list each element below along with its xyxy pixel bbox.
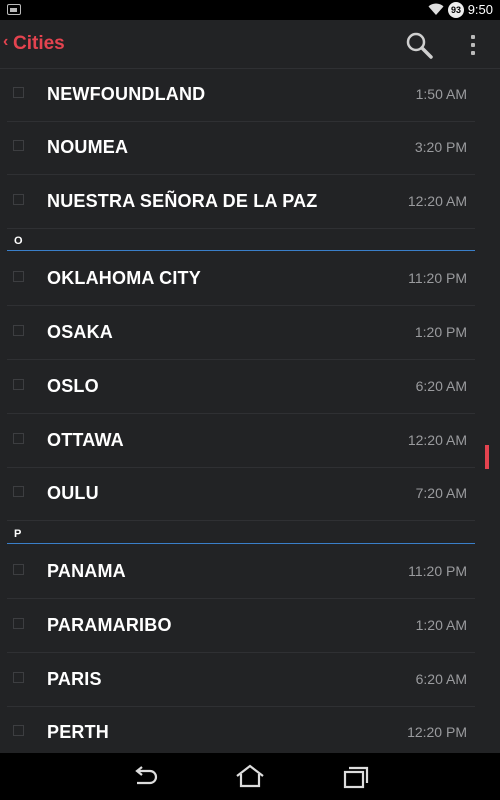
battery-icon: 93	[448, 2, 464, 18]
checkbox[interactable]	[13, 194, 24, 205]
city-name: PANAMA	[47, 561, 126, 581]
overflow-menu-icon[interactable]	[462, 32, 482, 58]
city-time: 11:20 PM	[408, 270, 467, 286]
list-item[interactable]: OSAKA 1:20 PM	[7, 306, 475, 360]
back-icon[interactable]	[129, 761, 161, 793]
city-name: OSLO	[47, 376, 99, 396]
checkbox[interactable]	[13, 87, 24, 98]
checkbox[interactable]	[13, 140, 24, 151]
list-item[interactable]: PANAMA 11:20 PM	[7, 545, 475, 599]
list-item[interactable]: PARAMARIBO 1:20 AM	[7, 599, 475, 653]
action-bar: ‹ Cities	[0, 20, 500, 69]
city-name: PARAMARIBO	[47, 615, 172, 635]
list-item[interactable]: PERTH 12:20 PM	[7, 706, 475, 753]
city-time: 6:20 AM	[415, 378, 467, 394]
checkbox[interactable]	[13, 486, 24, 497]
checkbox[interactable]	[13, 325, 24, 336]
checkbox[interactable]	[13, 672, 24, 683]
checkbox[interactable]	[13, 271, 24, 282]
city-time: 12:20 AM	[407, 193, 467, 209]
section-letter: P	[14, 528, 22, 540]
list-item[interactable]: NUESTRA SEÑORA DE LA PAZ 12:20 AM	[7, 175, 475, 229]
city-time: 1:50 AM	[415, 86, 467, 102]
city-name: OSAKA	[47, 322, 114, 342]
status-time: 9:50	[467, 2, 493, 17]
checkbox[interactable]	[13, 725, 24, 736]
list-item[interactable]: OULU 7:20 AM	[7, 467, 475, 521]
city-time: 1:20 AM	[415, 617, 467, 633]
checkbox[interactable]	[13, 433, 24, 444]
city-name: OTTAWA	[47, 430, 124, 450]
checkbox[interactable]	[13, 618, 24, 629]
checkbox[interactable]	[13, 379, 24, 390]
city-time: 6:20 AM	[415, 671, 467, 687]
city-name: PARIS	[47, 669, 102, 689]
city-name: NEWFOUNDLAND	[47, 84, 206, 104]
city-time: 7:20 AM	[415, 485, 467, 501]
home-icon[interactable]	[234, 761, 266, 793]
list-item[interactable]: OKLAHOMA CITY 11:20 PM	[7, 252, 475, 306]
checkbox[interactable]	[13, 564, 24, 575]
city-name: OKLAHOMA CITY	[47, 268, 201, 288]
section-letter: O	[14, 235, 23, 247]
wifi-icon	[428, 3, 444, 15]
city-list[interactable]: NEWFOUNDLAND 1:50 AM NOUMEA 3:20 PM NUES…	[0, 68, 500, 753]
status-bar: 93 9:50	[0, 0, 500, 20]
recent-apps-icon[interactable]	[340, 761, 372, 793]
city-time: 3:20 PM	[414, 139, 467, 155]
navigation-bar	[0, 753, 500, 800]
list-item[interactable]: OSLO 6:20 AM	[7, 360, 475, 414]
city-time: 12:20 PM	[407, 724, 467, 740]
back-chevron-icon[interactable]: ‹	[3, 33, 8, 51]
list-item[interactable]: PARIS 6:20 AM	[7, 653, 475, 707]
page-title[interactable]: Cities	[13, 33, 65, 55]
city-time: 11:20 PM	[408, 563, 467, 579]
section-header-p: P	[7, 523, 475, 544]
list-item[interactable]: OTTAWA 12:20 AM	[7, 414, 475, 468]
city-name: NUESTRA SEÑORA DE LA PAZ	[47, 191, 318, 211]
city-name: NOUMEA	[47, 137, 129, 157]
search-icon[interactable]	[404, 30, 434, 60]
city-time: 1:20 PM	[414, 324, 467, 340]
list-item[interactable]: NEWFOUNDLAND 1:50 AM	[7, 68, 475, 122]
scrollbar-thumb[interactable]	[485, 445, 489, 469]
city-name: PERTH	[47, 722, 110, 742]
image-icon	[7, 4, 21, 15]
city-time: 12:20 AM	[407, 432, 467, 448]
city-name: OULU	[47, 483, 99, 503]
section-header-o: O	[7, 230, 475, 251]
list-item[interactable]: NOUMEA 3:20 PM	[7, 121, 475, 175]
